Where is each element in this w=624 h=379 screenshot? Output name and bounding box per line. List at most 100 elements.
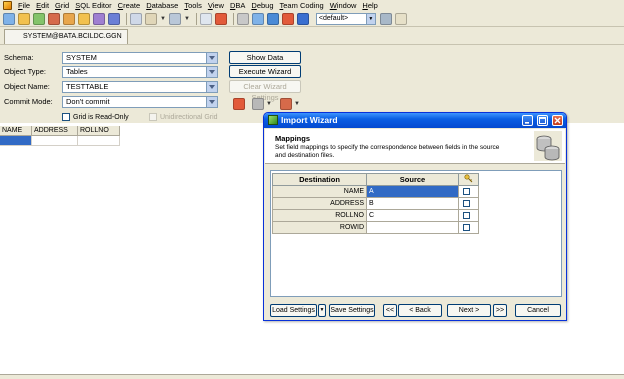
maximize-button[interactable]	[537, 115, 548, 126]
key-checkbox[interactable]	[463, 188, 470, 195]
step-title: Mappings	[275, 134, 310, 143]
grid-cell[interactable]	[32, 136, 78, 146]
key-checkbox[interactable]	[463, 224, 470, 231]
load-settings-button[interactable]: Load Settings	[270, 304, 317, 317]
menu-database[interactable]: Database	[143, 0, 181, 11]
rollback-icon[interactable]	[214, 12, 227, 25]
key-checkbox-cell[interactable]	[458, 197, 479, 210]
menu-view[interactable]: View	[205, 0, 227, 11]
first-step-button[interactable]: <<	[383, 304, 397, 317]
chevron-down-icon[interactable]: ▼	[266, 101, 272, 107]
next-button[interactable]: Next >	[447, 304, 491, 317]
cancel-button[interactable]: Cancel	[515, 304, 561, 317]
window-icon[interactable]	[130, 12, 142, 25]
run-icon[interactable]	[266, 12, 279, 25]
close-icon	[554, 117, 561, 124]
menu-create[interactable]: Create	[115, 0, 144, 11]
chevron-down-icon[interactable]	[206, 67, 217, 77]
grid-column-header[interactable]: NAME	[0, 126, 32, 136]
source-field[interactable]: B	[366, 197, 459, 210]
menu-window[interactable]: Window	[327, 0, 360, 11]
connection-tab[interactable]: SYSTEM@BATA.BCILDC.GGN	[4, 29, 128, 44]
clipboard-icon[interactable]	[145, 12, 157, 25]
key-checkbox[interactable]	[463, 200, 470, 207]
key-checkbox-cell[interactable]	[458, 221, 479, 234]
refresh-icon[interactable]	[379, 12, 392, 25]
new-connection-icon[interactable]	[3, 12, 15, 25]
source-field[interactable]: C	[366, 209, 459, 222]
grid-column-header[interactable]: ROLLNO	[78, 126, 120, 136]
settings-icon[interactable]	[252, 98, 264, 110]
export-icon[interactable]	[251, 12, 264, 25]
key-checkbox[interactable]	[463, 212, 470, 219]
database-icon[interactable]	[48, 12, 60, 25]
wand-icon[interactable]	[233, 98, 245, 110]
commit-mode-dropdown[interactable]: Don't commit	[62, 96, 218, 108]
destination-column-header[interactable]: Destination	[272, 173, 367, 186]
layout-icon[interactable]	[168, 12, 181, 25]
save-settings-button[interactable]: Save Settings	[329, 304, 375, 317]
menu-file[interactable]: File	[15, 0, 33, 11]
object-type-dropdown[interactable]: Tables	[62, 66, 218, 78]
unidirectional-grid-checkbox[interactable]: Unidirectional Grid	[149, 113, 218, 121]
grid-cell[interactable]	[0, 136, 32, 146]
destination-field: ROLLNO	[272, 209, 367, 222]
grid-read-only-checkbox[interactable]: Grid is Read-Only	[62, 113, 129, 121]
execute-wizard-button[interactable]: Execute Wizard	[229, 65, 301, 78]
commit-mode-value: Don't commit	[66, 97, 110, 106]
source-field[interactable]: A	[366, 185, 459, 198]
chevron-down-icon[interactable]: ▼	[184, 16, 190, 22]
schema-value: SYSTEM	[66, 53, 97, 62]
menu-dba[interactable]: DBA	[227, 0, 248, 11]
schema-dropdown[interactable]: SYSTEM	[62, 52, 218, 64]
schema-browser-icon[interactable]	[33, 12, 45, 25]
menu-tools[interactable]: Tools	[181, 0, 205, 11]
back-button[interactable]: < Back	[398, 304, 442, 317]
toolbar-separator	[126, 12, 127, 25]
menu-grid[interactable]: Grid	[52, 0, 72, 11]
menu-team-coding[interactable]: Team Coding	[277, 0, 327, 11]
table-icon[interactable]	[63, 12, 75, 25]
checkbox-box[interactable]	[149, 113, 157, 121]
load-settings-dropdown[interactable]: ▼	[318, 304, 326, 317]
chevron-down-icon[interactable]	[206, 53, 217, 63]
last-step-button[interactable]: >>	[493, 304, 507, 317]
filter-icon[interactable]	[280, 98, 292, 110]
report-icon[interactable]	[78, 12, 90, 25]
toolbar-separator	[195, 12, 197, 25]
key-checkbox-cell[interactable]	[458, 185, 479, 198]
chevron-down-icon[interactable]	[206, 97, 217, 107]
close-button[interactable]	[552, 115, 563, 126]
eraser-icon[interactable]	[108, 12, 120, 25]
source-column-header[interactable]: Source	[366, 173, 459, 186]
source-field[interactable]	[366, 221, 459, 234]
menu-sql-editor[interactable]: SQL Editor	[72, 0, 114, 11]
chevron-down-icon[interactable]: ▼	[294, 101, 300, 107]
session-browser-icon[interactable]	[93, 12, 105, 25]
sql-editor-icon[interactable]	[18, 12, 30, 25]
checkbox-box[interactable]	[62, 113, 70, 121]
menu-debug[interactable]: Debug	[248, 0, 276, 11]
show-data-button[interactable]: Show Data	[229, 51, 301, 64]
object-name-value: TESTTABLE	[66, 82, 109, 91]
hand-icon[interactable]	[394, 12, 407, 25]
grid-read-only-label: Grid is Read-Only	[73, 113, 129, 121]
dialog-title-bar[interactable]: Import Wizard	[264, 113, 566, 128]
key-column-header[interactable]	[458, 173, 479, 186]
debug-icon[interactable]	[281, 12, 294, 25]
gear-icon[interactable]	[236, 12, 249, 25]
chevron-down-icon[interactable]	[206, 82, 217, 92]
grid-cell[interactable]	[78, 136, 120, 146]
toolbar-combo[interactable]: <default> ▼	[315, 12, 376, 25]
chevron-down-icon[interactable]: ▼	[160, 16, 166, 22]
commit-icon[interactable]	[199, 12, 212, 25]
minimize-button[interactable]	[522, 115, 533, 126]
wizard-icon[interactable]	[296, 12, 309, 25]
object-name-dropdown[interactable]: TESTTABLE	[62, 81, 218, 93]
clear-wizard-settings-button[interactable]: Clear Wizard Settings	[229, 80, 301, 102]
chevron-down-icon[interactable]: ▼	[365, 13, 375, 24]
key-checkbox-cell[interactable]	[458, 209, 479, 222]
grid-column-header[interactable]: ADDRESS	[32, 126, 78, 136]
menu-edit[interactable]: Edit	[33, 0, 52, 11]
menu-help[interactable]: Help	[359, 0, 380, 11]
